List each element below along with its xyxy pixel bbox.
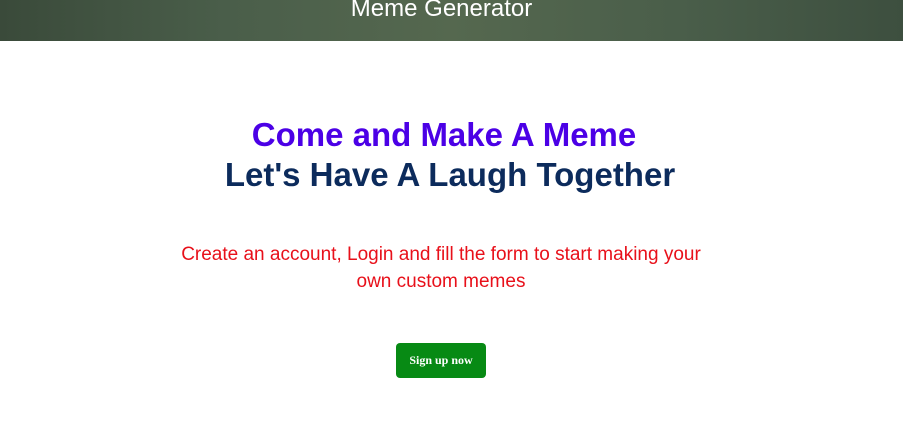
headline-primary: Come and Make A Meme [251,116,637,153]
header-bar: Meme Generator [0,0,903,41]
sign-up-button[interactable]: Sign up now [396,343,486,378]
headline-secondary: Let's Have A Laugh Together [224,156,676,193]
hero-description: Create an account, Login and fill the fo… [181,244,701,292]
hero-section: Come and Make A Meme Let's Have A Laugh … [0,115,900,195]
app-title: Meme Generator [350,0,533,22]
